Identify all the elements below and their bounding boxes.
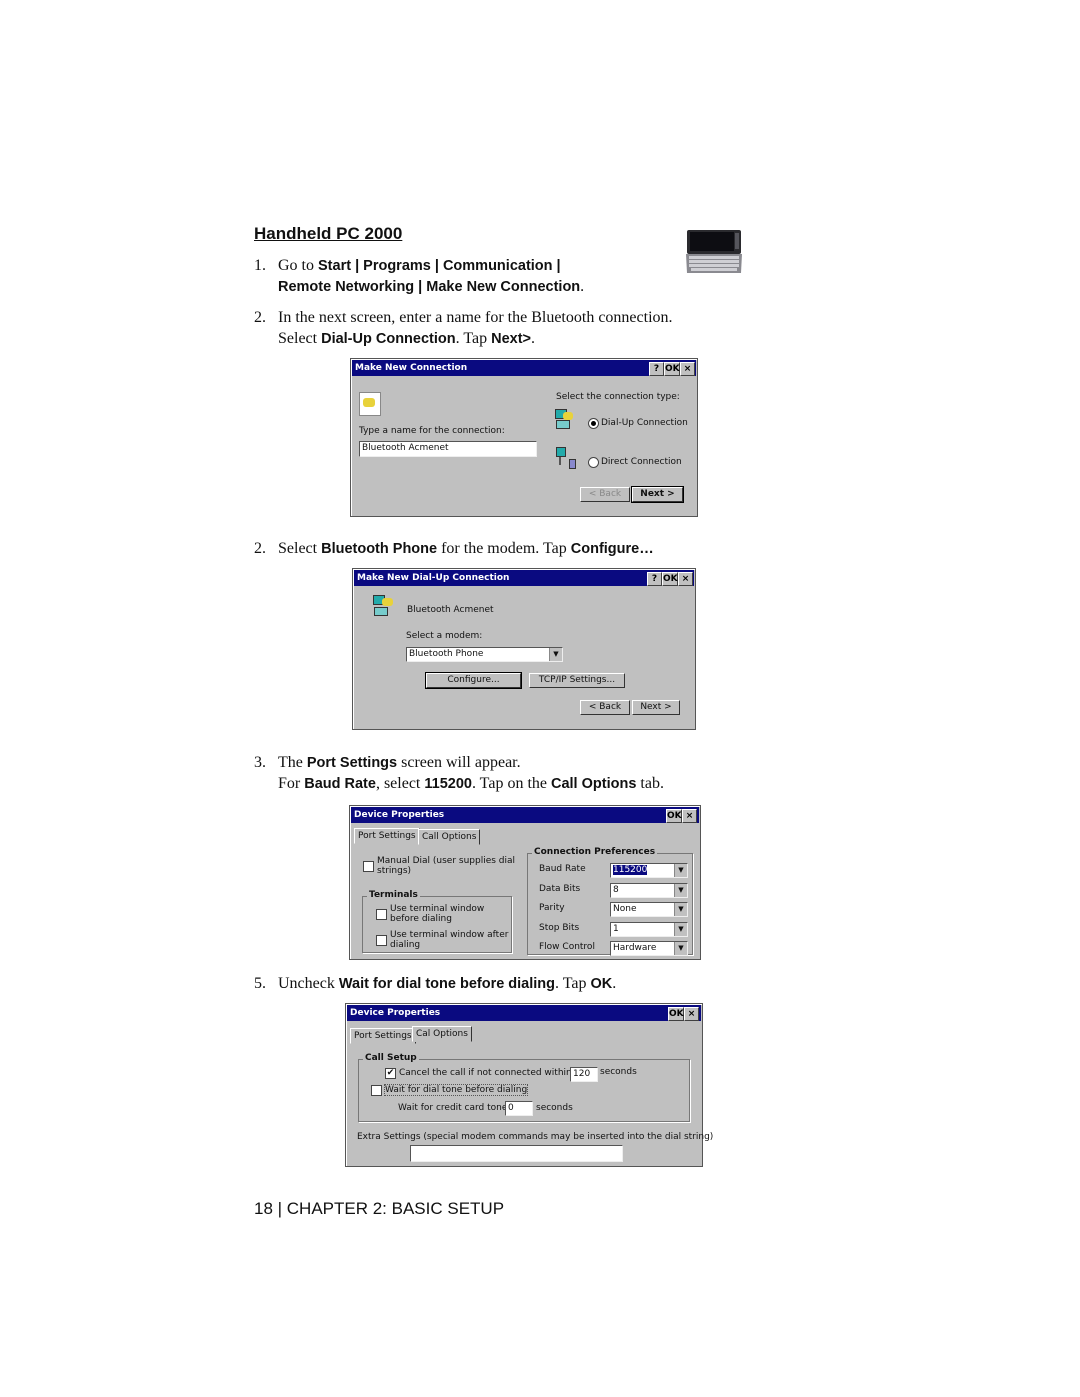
chevron-down-icon[interactable]: ▼ (674, 883, 687, 897)
direct-label[interactable]: Direct Connection (601, 457, 682, 467)
dialup-label[interactable]: Dial-Up Connection (601, 418, 688, 428)
extra-settings-input[interactable] (410, 1145, 623, 1162)
connection-name: Bluetooth Acmenet (407, 605, 494, 615)
direct-radio[interactable] (588, 457, 599, 468)
step-2-modem: 2. Select Bluetooth Phone for the modem.… (254, 540, 654, 557)
configure-button[interactable]: Configure... (425, 672, 522, 689)
back-button[interactable]: < Back (580, 700, 630, 715)
cancel-seconds-input[interactable]: 120 (570, 1067, 598, 1082)
step-1: 1. Go to Start | Programs | Communicatio… (254, 257, 585, 295)
next-button[interactable]: Next > (631, 486, 684, 503)
manual-dial-checkbox[interactable] (363, 861, 374, 872)
chevron-down-icon[interactable]: ▼ (674, 922, 687, 936)
connection-name-input[interactable]: Bluetooth Acmenet (359, 441, 537, 457)
menu-path-cont: Remote Networking | Make New Connection (278, 279, 581, 295)
tab-call-options[interactable]: Call Options (418, 829, 481, 845)
terminal-after-checkbox[interactable] (376, 935, 387, 946)
setting-select[interactable]: Hardware ▼ (610, 941, 688, 956)
manual-dial-label: Manual Dial (user supplies dial strings) (377, 856, 516, 876)
setting-label: Flow Control (539, 942, 595, 952)
extra-settings-label: Extra Settings (special modem commands m… (357, 1132, 714, 1142)
cancel-call-checkbox[interactable]: ✔ (385, 1068, 396, 1079)
direct-connection-icon (556, 447, 576, 469)
next-button[interactable]: Next > (632, 700, 680, 715)
ok-button[interactable]: OK (668, 1007, 684, 1021)
dialup-icon (373, 595, 397, 617)
terminal-after-label: Use terminal window after dialing (390, 930, 509, 950)
device-properties-call-options-dialog: Device Properties OK × Port Settings Cal… (345, 1003, 713, 1167)
close-button[interactable]: × (678, 572, 693, 586)
modem-label: Select a modem: (406, 631, 483, 641)
ok-button[interactable]: OK (666, 809, 682, 823)
chevron-down-icon[interactable]: ▼ (549, 648, 562, 661)
terminal-before-label: Use terminal window before dialing (390, 904, 485, 924)
wait-dial-tone-label: Wait for dial tone before dialing (383, 1084, 529, 1096)
seconds-label: seconds (536, 1103, 573, 1113)
chevron-down-icon[interactable]: ▼ (674, 942, 687, 955)
credit-card-label: Wait for credit card tone (398, 1103, 508, 1113)
terminal-before-checkbox[interactable] (376, 909, 387, 920)
ok-button[interactable]: OK (664, 362, 680, 376)
type-label: Select the connection type: (556, 392, 680, 402)
dialup-radio[interactable] (588, 418, 599, 429)
tab-port-settings[interactable]: Port Settings (350, 1028, 416, 1044)
setting-select[interactable]: None ▼ (610, 902, 688, 917)
dialup-icon (555, 409, 577, 429)
wait-dial-tone-checkbox[interactable] (371, 1085, 382, 1096)
close-button[interactable]: × (680, 362, 695, 376)
setting-select[interactable]: 115200 ▼ (610, 863, 688, 878)
step-3: 3. The Port Settings screen will appear.… (254, 754, 664, 792)
title-bar: Device Properties OK × (351, 807, 699, 823)
page-footer: 18 | CHAPTER 2: BASIC SETUP (254, 1199, 505, 1218)
tcpip-settings-button[interactable]: TCP/IP Settings... (529, 673, 625, 688)
section-heading: Handheld PC 2000 (254, 224, 403, 243)
setting-label: Parity (539, 903, 565, 913)
name-label: Type a name for the connection: (359, 426, 505, 436)
setting-label: Stop Bits (539, 922, 580, 933)
back-button[interactable]: < Back (580, 487, 630, 502)
step-5: 5. Uncheck Wait for dial tone before dia… (254, 975, 617, 992)
seconds-label: seconds (600, 1067, 637, 1077)
cancel-call-label: Cancel the call if not connected within (399, 1068, 572, 1078)
tab-call-options[interactable]: Cal Options (412, 1026, 472, 1042)
title-bar: Make New Dial-Up Connection ? OK × (354, 570, 694, 586)
setting-select[interactable]: 8 ▼ (610, 882, 688, 898)
title-bar: Make New Connection ? OK × (352, 360, 696, 376)
connection-icon (359, 392, 381, 416)
help-button[interactable]: ? (647, 572, 662, 586)
credit-card-seconds-input[interactable]: 0 (505, 1101, 533, 1116)
device-properties-port-settings-dialog: Device Properties OK × Port Settings Cal… (349, 805, 701, 960)
make-new-dialup-connection-dialog: Make New Dial-Up Connection ? OK × Bluet… (352, 568, 696, 730)
modem-select[interactable]: Bluetooth Phone ▼ (406, 647, 563, 662)
tab-port-settings[interactable]: Port Settings (354, 828, 420, 844)
close-button[interactable]: × (682, 809, 697, 823)
setting-label: Baud Rate (539, 864, 586, 874)
checkmark-icon: ✔ (386, 1068, 395, 1078)
chevron-down-icon[interactable]: ▼ (674, 903, 687, 916)
chevron-down-icon[interactable]: ▼ (674, 864, 687, 877)
setting-select[interactable]: 1 ▼ (610, 921, 688, 937)
help-button[interactable]: ? (649, 362, 664, 376)
make-new-connection-dialog: Make New Connection ? OK × Type a name f… (350, 358, 698, 517)
close-button[interactable]: × (684, 1007, 699, 1021)
menu-path: Start | Programs | Communication | (318, 258, 561, 274)
setting-label: Data Bits (539, 883, 581, 894)
title-bar: Device Properties OK × (347, 1005, 701, 1021)
ok-button[interactable]: OK (662, 572, 678, 586)
step-2: 2. In the next screen, enter a name for … (254, 309, 673, 347)
